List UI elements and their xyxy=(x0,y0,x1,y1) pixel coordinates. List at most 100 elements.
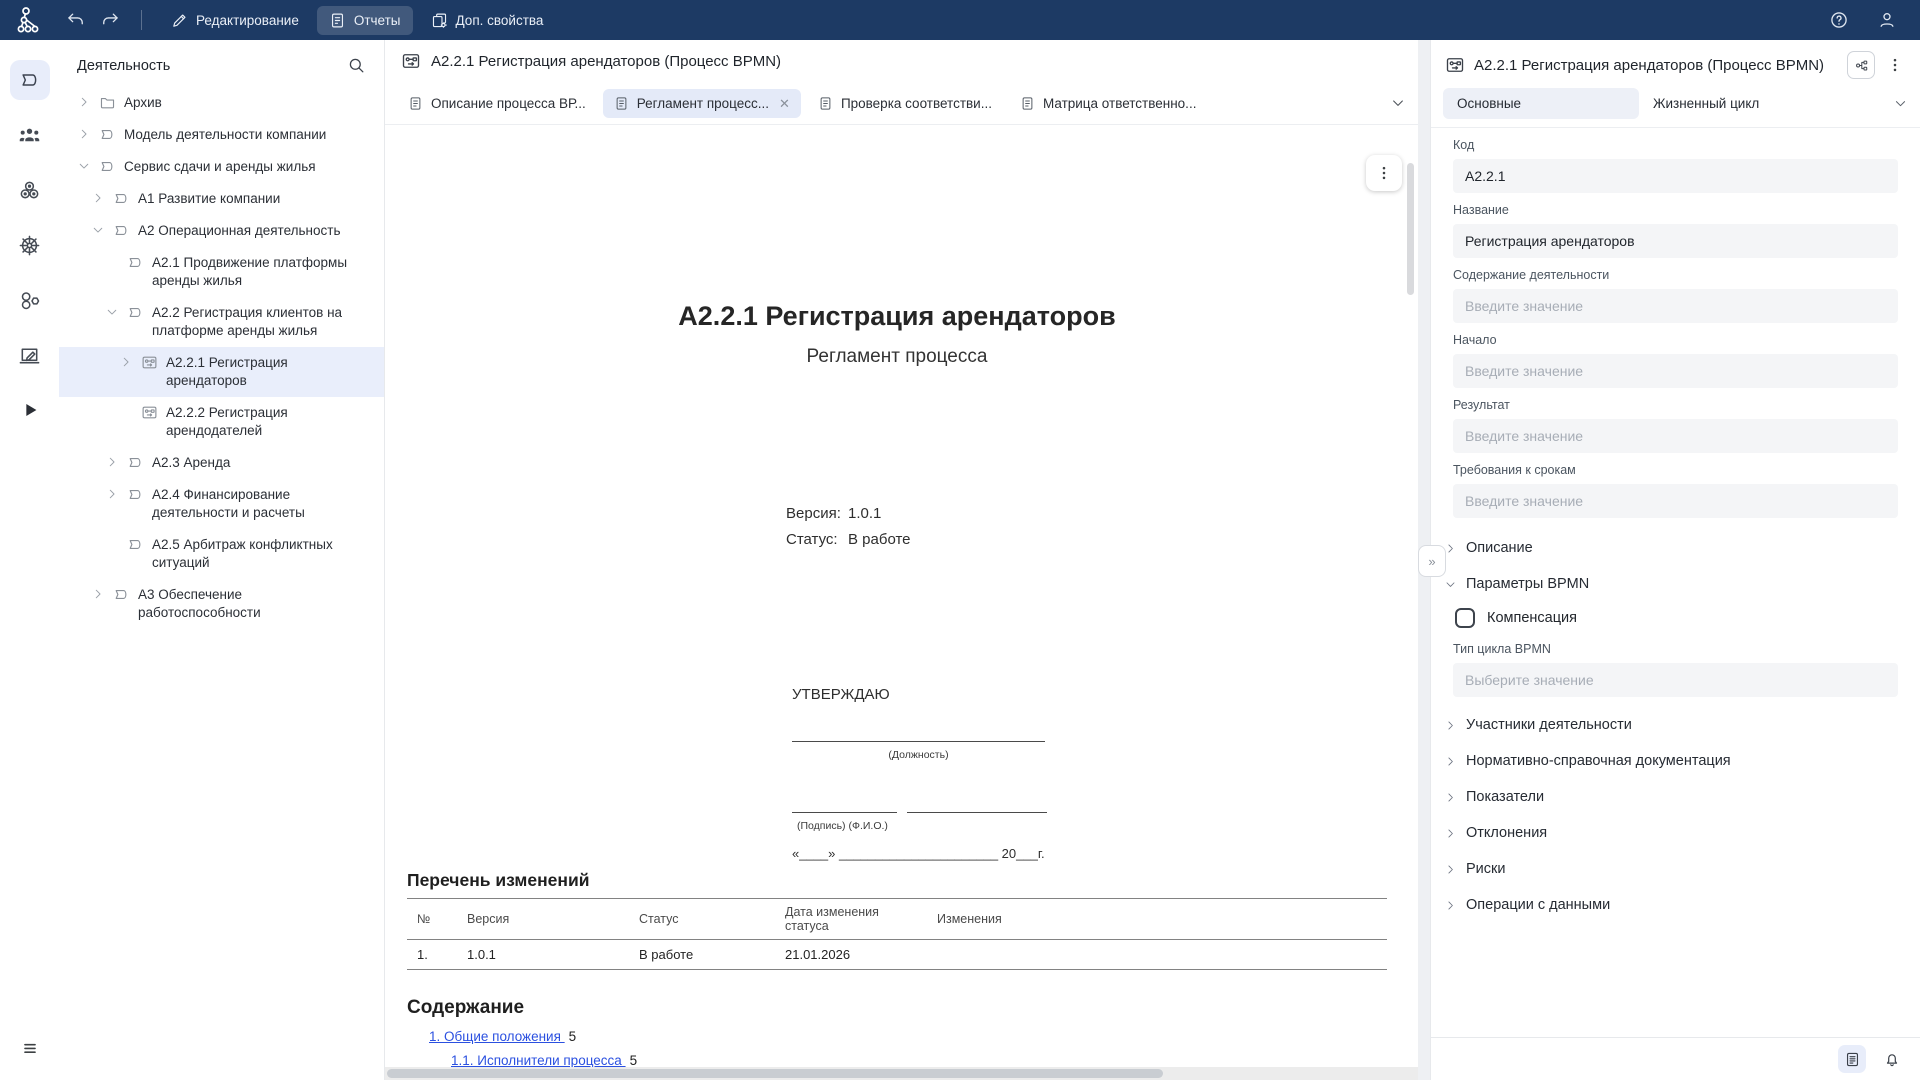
collapsible-section[interactable]: Участники деятельности xyxy=(1444,707,1898,743)
section-label: Показатели xyxy=(1466,789,1544,805)
chevron-down-icon[interactable] xyxy=(105,305,119,319)
tree-item[interactable]: А2.1 Продвижение платформы аренды жилья xyxy=(59,247,384,297)
version-label: Версия: xyxy=(786,501,848,527)
chevron-down-icon[interactable] xyxy=(77,159,91,173)
tree-item[interactable]: Модель деятельности компании xyxy=(59,119,384,151)
horizontal-scrollbar-thumb[interactable] xyxy=(387,1069,1163,1078)
tabs-overflow-button[interactable] xyxy=(1390,95,1406,111)
section-label: Риски xyxy=(1466,861,1505,877)
search-button[interactable] xyxy=(347,56,366,75)
rail-item-process[interactable] xyxy=(10,60,50,100)
collapsible-section[interactable]: Операции с данными xyxy=(1444,887,1898,923)
tab-main-properties[interactable]: Основные xyxy=(1443,88,1639,119)
tree-item[interactable]: Сервис сдачи и аренды жилья xyxy=(59,151,384,183)
field-label: Требования к срокам xyxy=(1453,463,1898,478)
changes-table-cell: 1.0.1 xyxy=(457,940,629,970)
chevron-right-icon[interactable] xyxy=(91,587,105,601)
rail-item-play[interactable] xyxy=(10,390,50,430)
field-label: Название xyxy=(1453,203,1898,218)
reports-button[interactable]: Отчеты xyxy=(317,6,413,35)
panel-tabs-chevron-button[interactable] xyxy=(1893,96,1908,111)
process-icon xyxy=(99,126,116,143)
top-bar: Редактирование Отчеты Доп. свойства xyxy=(0,0,1920,40)
collapsible-section[interactable]: Риски xyxy=(1444,851,1898,887)
chevron-right-icon[interactable] xyxy=(105,487,119,501)
toc-page: 5 xyxy=(630,1053,638,1068)
changes-table-cell: 1. xyxy=(407,940,457,970)
document-menu-button[interactable] xyxy=(1366,155,1402,191)
help-button[interactable] xyxy=(1824,5,1854,35)
chevron-right-icon[interactable] xyxy=(77,95,91,109)
field-input[interactable] xyxy=(1453,354,1898,388)
collapsible-section[interactable]: Нормативно-справочная документация xyxy=(1444,743,1898,779)
open-diagram-button[interactable] xyxy=(1847,51,1875,79)
toc-link[interactable]: 1.1. Исполнители процесса xyxy=(451,1053,626,1068)
tree-item[interactable]: А2.5 Арбитраж конфликтных ситуаций xyxy=(59,529,384,579)
rail-item-team[interactable] xyxy=(10,115,50,155)
checkbox-unchecked-icon[interactable] xyxy=(1455,608,1475,628)
tree-item-label: А2 Операционная деятельность xyxy=(138,222,347,240)
redo-button[interactable] xyxy=(95,5,125,35)
notes-button[interactable] xyxy=(1838,1045,1866,1073)
tree-item[interactable]: А2 Операционная деятельность xyxy=(59,215,384,247)
report-tab[interactable]: Регламент процесс... ✕ xyxy=(603,89,801,118)
collapsible-section[interactable]: Показатели xyxy=(1444,779,1898,815)
report-tab[interactable]: Проверка соответстви... xyxy=(807,89,1003,118)
tree-item-label: А2.1 Продвижение платформы аренды жилья xyxy=(152,254,374,290)
tab-lifecycle[interactable]: Жизненный цикл xyxy=(1639,88,1773,119)
tree-item[interactable]: А2.2.1 Регистрация арендаторов xyxy=(59,347,384,397)
field-input[interactable] xyxy=(1453,159,1898,193)
process-icon xyxy=(19,69,41,91)
field-input[interactable] xyxy=(1453,484,1898,518)
reports-label: Отчеты xyxy=(354,13,401,28)
rail-item-helm[interactable] xyxy=(10,225,50,265)
panel-collapse-handle[interactable]: » xyxy=(1418,545,1446,577)
section-label: Описание xyxy=(1466,540,1533,556)
loop-type-select[interactable] xyxy=(1453,663,1898,697)
report-tab[interactable]: Описание процесса ВР... xyxy=(397,89,597,118)
rail-item-hexagons[interactable] xyxy=(10,280,50,320)
chevron-right-icon[interactable] xyxy=(91,191,105,205)
compensation-checkbox-row[interactable]: Компенсация xyxy=(1455,608,1898,628)
collapsible-section[interactable]: Описание xyxy=(1444,530,1898,566)
rail-item-structure[interactable] xyxy=(10,170,50,210)
process-icon xyxy=(113,190,130,207)
chevron-right-icon[interactable] xyxy=(77,127,91,141)
edit-mode-button[interactable]: Редактирование xyxy=(159,6,311,35)
chevron-right-icon[interactable] xyxy=(105,455,119,469)
date-line: «____» ______________________ 20___г. xyxy=(792,846,1045,861)
panel-menu-button[interactable] xyxy=(1884,52,1906,78)
left-icon-rail xyxy=(0,40,59,1080)
changes-column-header: № xyxy=(407,899,457,940)
chevron-down-icon[interactable] xyxy=(91,223,105,237)
rail-menu-button[interactable] xyxy=(10,1028,50,1068)
loop-type-field: Тип цикла BPMN xyxy=(1453,642,1898,697)
close-icon[interactable]: ✕ xyxy=(779,97,790,110)
notifications-button[interactable] xyxy=(1878,1045,1906,1073)
extra-properties-icon xyxy=(431,12,448,29)
process-icon xyxy=(127,304,144,321)
field-input[interactable] xyxy=(1453,419,1898,453)
field-input[interactable] xyxy=(1453,224,1898,258)
tree-item[interactable]: А3 Обеспечение работоспособности xyxy=(59,579,384,629)
vertical-scrollbar-thumb[interactable] xyxy=(1407,163,1414,295)
tree-item[interactable]: Архив xyxy=(59,87,384,119)
rail-item-launch[interactable] xyxy=(10,335,50,375)
app-logo[interactable] xyxy=(0,6,59,34)
tree-item-label: А1 Развитие компании xyxy=(138,190,286,208)
tree-item[interactable]: А1 Развитие компании xyxy=(59,183,384,215)
section-bpmn-parameters[interactable]: Параметры BPMN xyxy=(1444,566,1898,602)
field-input[interactable] xyxy=(1453,289,1898,323)
tree-item[interactable]: А2.3 Аренда xyxy=(59,447,384,479)
toc-link[interactable]: 1. Общие положения xyxy=(429,1029,565,1044)
extra-properties-button[interactable]: Доп. свойства xyxy=(419,6,556,35)
tree-item[interactable]: А2.4 Финансирование деятельности и расче… xyxy=(59,479,384,529)
collapsible-section[interactable]: Отклонения xyxy=(1444,815,1898,851)
user-button[interactable] xyxy=(1872,5,1902,35)
tree-item[interactable]: А2.2.2 Регистрация арендодателей xyxy=(59,397,384,447)
document-meta: Версия:1.0.1 Статус:В работе xyxy=(786,501,911,553)
undo-button[interactable] xyxy=(61,5,91,35)
chevron-right-icon[interactable] xyxy=(119,355,133,369)
tree-item[interactable]: А2.2 Регистрация клиентов на платформе а… xyxy=(59,297,384,347)
report-tab[interactable]: Матрица ответственно... xyxy=(1009,89,1207,118)
